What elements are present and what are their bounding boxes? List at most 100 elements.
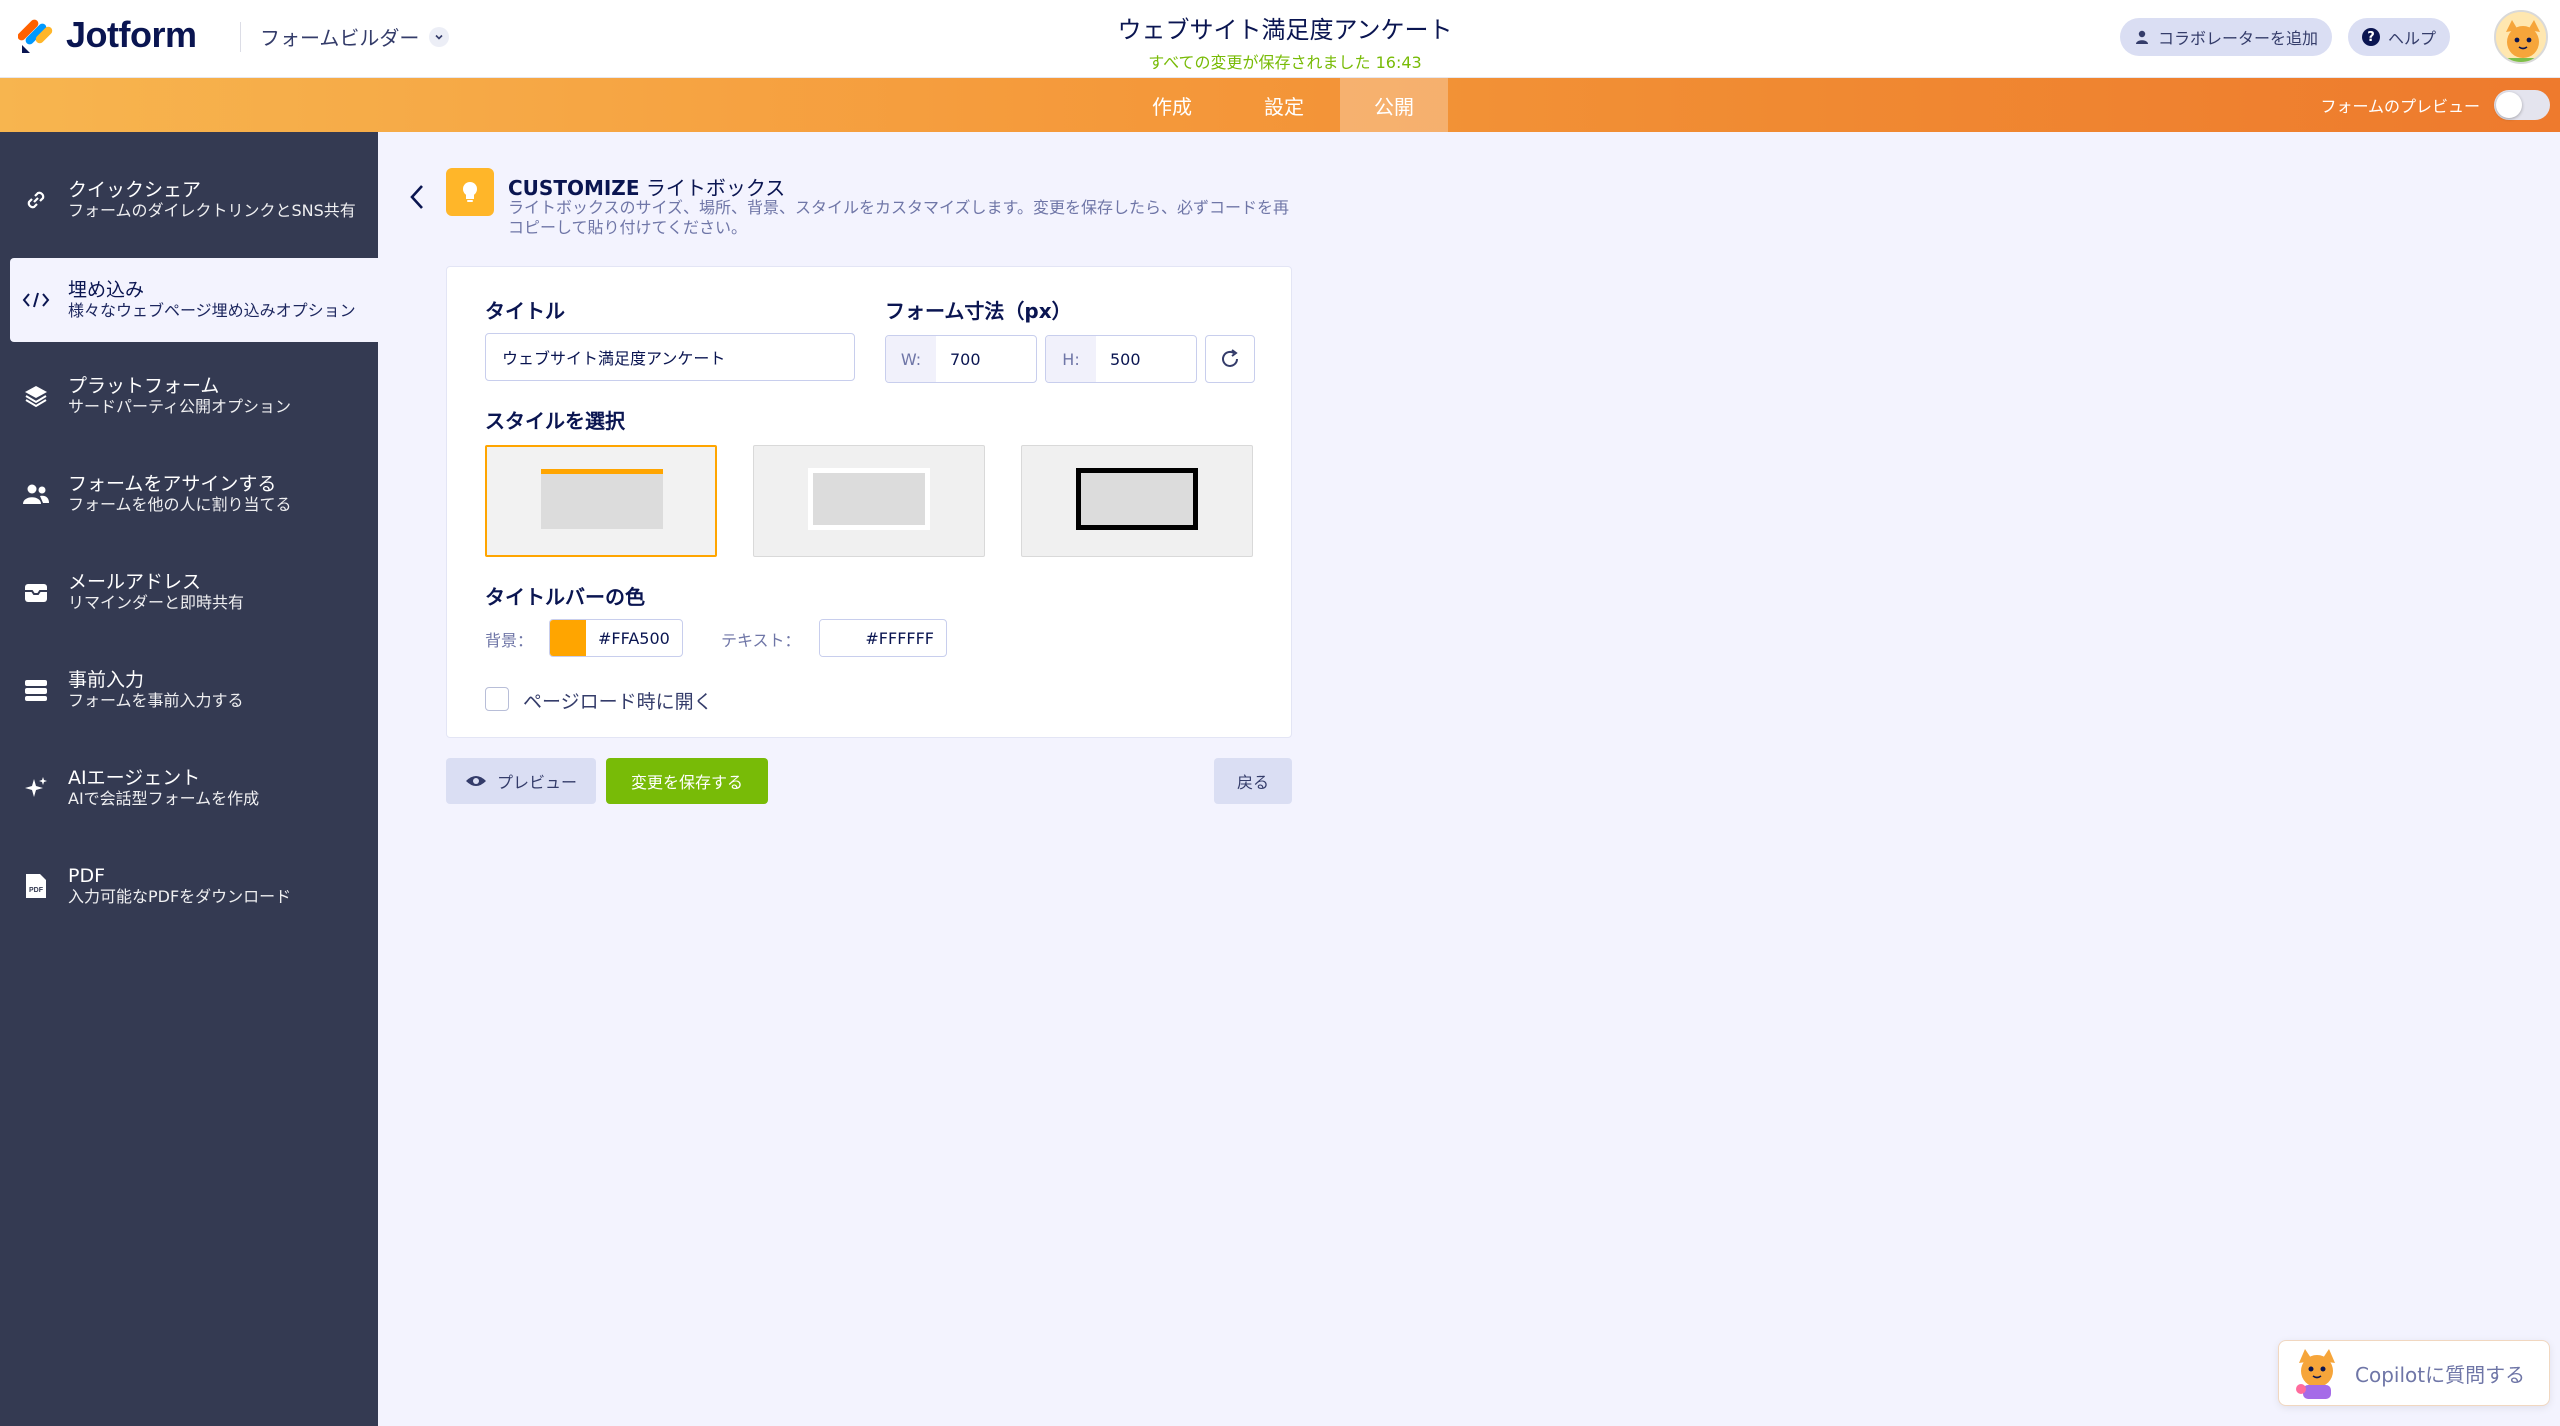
save-changes-button[interactable]: 変更を保存する bbox=[606, 758, 768, 804]
style-select-label: スタイルを選択 bbox=[485, 409, 625, 433]
sidebar-item-title: プラットフォーム bbox=[68, 375, 220, 397]
text-color-value[interactable]: #FFFFFF bbox=[853, 629, 946, 648]
help-button[interactable]: ? ヘルプ bbox=[2348, 18, 2451, 56]
layers-icon bbox=[12, 383, 60, 409]
mail-icon bbox=[12, 579, 60, 605]
back-arrow-icon[interactable] bbox=[404, 180, 430, 214]
style-option-black-frame[interactable] bbox=[1021, 445, 1253, 557]
question-icon: ? bbox=[2362, 28, 2380, 46]
text-color-label: テキスト： bbox=[721, 631, 801, 650]
style-preview-black-frame bbox=[1076, 468, 1198, 530]
brand-name: Jotform bbox=[66, 14, 197, 55]
open-on-load-checkbox[interactable] bbox=[485, 687, 509, 711]
style-preview-white-frame bbox=[808, 468, 930, 530]
form-builder-dropdown[interactable]: フォームビルダー bbox=[260, 22, 450, 51]
sidebar-item-prefill[interactable]: 事前入力 フォームを事前入力する bbox=[10, 648, 378, 732]
prefill-icon bbox=[12, 677, 60, 703]
back-button[interactable]: 戻る bbox=[1214, 758, 1292, 804]
pdf-icon: PDF bbox=[12, 872, 60, 900]
cat-avatar-icon bbox=[2496, 12, 2546, 62]
eye-icon bbox=[465, 776, 486, 786]
form-preview-toggle[interactable]: フォームのプレビュー bbox=[2320, 90, 2550, 120]
switch-knob bbox=[2496, 92, 2522, 118]
sidebar-item-email[interactable]: メールアドレス リマインダーと即時共有 bbox=[10, 550, 378, 634]
bg-color-picker[interactable]: #FFA500 bbox=[549, 619, 683, 657]
save-status: すべての変更が保存されました 16:43 bbox=[1148, 53, 1422, 72]
users-icon bbox=[12, 482, 60, 506]
header-divider bbox=[240, 22, 241, 52]
style-preview-titlebar bbox=[541, 469, 663, 529]
text-color-swatch[interactable] bbox=[820, 620, 854, 656]
sparkle-icon bbox=[12, 775, 60, 801]
preview-button[interactable]: プレビュー bbox=[446, 758, 596, 804]
style-option-titlebar[interactable] bbox=[485, 445, 717, 557]
chevron-down-icon bbox=[429, 26, 450, 47]
sidebar-item-subtitle: フォームを他の人に割り当てる bbox=[68, 495, 292, 514]
link-icon bbox=[12, 187, 60, 213]
sidebar-item-quick-share[interactable]: クイックシェア フォームのダイレクトリンクとSNS共有 bbox=[10, 158, 378, 242]
sidebar-item-subtitle: AIで会話型フォームを作成 bbox=[68, 789, 260, 808]
sidebar-item-subtitle: フォームのダイレクトリンクとSNS共有 bbox=[68, 201, 356, 220]
sidebar-item-subtitle: フォームを事前入力する bbox=[68, 691, 244, 710]
form-preview-label: フォームのプレビュー bbox=[2320, 97, 2480, 116]
svg-text:PDF: PDF bbox=[29, 887, 44, 894]
preview-label: プレビュー bbox=[496, 773, 577, 792]
sidebar-item-title: PDF bbox=[68, 865, 106, 887]
sidebar-item-pdf[interactable]: PDF PDF 入力可能なPDFをダウンロード bbox=[10, 844, 378, 928]
sidebar-item-assign[interactable]: フォームをアサインする フォームを他の人に割り当てる bbox=[10, 452, 378, 536]
lightbox-title-input[interactable]: ウェブサイト満足度アンケート bbox=[485, 333, 855, 381]
panel-description: ライトボックスのサイズ、場所、背景、スタイルをカスタマイズします。変更を保存した… bbox=[508, 198, 1289, 237]
bg-color-swatch[interactable] bbox=[550, 620, 586, 656]
lightbox-settings-card: タイトル ウェブサイト満足度アンケート フォーム寸法（px） W: 700 H:… bbox=[446, 266, 1292, 738]
add-collaborator-button[interactable]: コラボレーターを追加 bbox=[2120, 18, 2333, 56]
text-color-picker[interactable]: #FFFFFF bbox=[819, 619, 947, 657]
sidebar-item-title: 埋め込み bbox=[68, 279, 145, 301]
panel-heading: CUSTOMIZE ライトボックス bbox=[508, 172, 785, 201]
panel-heading-rest: ライトボックス bbox=[639, 176, 786, 200]
refresh-icon bbox=[1222, 349, 1238, 367]
code-icon bbox=[12, 290, 60, 310]
sidebar-item-title: クイックシェア bbox=[68, 179, 202, 201]
copilot-label: Copilotに質問する bbox=[2355, 1362, 2526, 1387]
add-collaborator-label: コラボレーターを追加 bbox=[2158, 29, 2319, 48]
sidebar-item-subtitle: 入力可能なPDFをダウンロード bbox=[68, 887, 292, 906]
form-title-block: ウェブサイト満足度アンケート すべての変更が保存されました 16:43 bbox=[1000, 10, 1570, 73]
bg-color-label: 背景： bbox=[485, 631, 534, 650]
sidebar-item-platforms[interactable]: プラットフォーム サードパーティ公開オプション bbox=[10, 354, 378, 438]
form-title[interactable]: ウェブサイト満足度アンケート bbox=[1000, 10, 1570, 45]
jotform-logo[interactable]: Jotform bbox=[18, 14, 197, 56]
builder-label: フォームビルダー bbox=[260, 26, 420, 50]
publish-sidebar: クイックシェア フォームのダイレクトリンクとSNS共有 埋め込み 様々なウェブページ… bbox=[0, 132, 378, 1426]
width-prefix: W: bbox=[886, 336, 936, 382]
sidebar-item-embed[interactable]: 埋め込み 様々なウェブページ埋め込みオプション bbox=[10, 258, 378, 342]
user-avatar[interactable] bbox=[2494, 10, 2548, 64]
sidebar-item-subtitle: サードパーティ公開オプション bbox=[68, 397, 292, 416]
title-label: タイトル bbox=[485, 299, 565, 323]
height-field[interactable]: H: 500 bbox=[1045, 335, 1197, 383]
height-prefix: H: bbox=[1046, 336, 1096, 382]
user-icon bbox=[2136, 30, 2148, 44]
open-on-load-label[interactable]: ページロード時に開く bbox=[523, 687, 713, 714]
top-header: Jotform フォームビルダー ウェブサイト満足度アンケート すべての変更が保… bbox=[0, 0, 2560, 78]
main-nav-bar: 作成 設定 公開 フォームのプレビュー bbox=[0, 78, 2560, 132]
style-option-white-frame[interactable] bbox=[753, 445, 985, 557]
sidebar-item-title: AIエージェント bbox=[68, 767, 201, 789]
titlebar-color-label: タイトルバーの色 bbox=[485, 585, 645, 609]
copilot-cat-icon bbox=[2289, 1345, 2345, 1401]
height-value[interactable]: 500 bbox=[1096, 350, 1141, 369]
sidebar-item-subtitle: リマインダーと即時共有 bbox=[68, 593, 245, 612]
sidebar-item-subtitle: 様々なウェブページ埋め込みオプション bbox=[68, 301, 356, 320]
copilot-button[interactable]: Copilotに質問する bbox=[2278, 1340, 2550, 1406]
width-field[interactable]: W: 700 bbox=[885, 335, 1037, 383]
panel-heading-bold: CUSTOMIZE bbox=[508, 176, 640, 200]
reset-size-button[interactable] bbox=[1205, 335, 1255, 383]
bg-color-value[interactable]: #FFA500 bbox=[586, 629, 682, 648]
width-value[interactable]: 700 bbox=[936, 350, 981, 369]
tab-publish[interactable]: 公開 bbox=[1340, 78, 1448, 132]
tab-build[interactable]: 作成 bbox=[1116, 78, 1228, 132]
sidebar-item-title: フォームをアサインする bbox=[68, 473, 277, 495]
sidebar-item-title: 事前入力 bbox=[68, 669, 145, 691]
preview-switch[interactable] bbox=[2494, 90, 2550, 120]
tab-settings[interactable]: 設定 bbox=[1228, 78, 1340, 132]
sidebar-item-ai-agent[interactable]: AIエージェント AIで会話型フォームを作成 bbox=[10, 746, 378, 830]
